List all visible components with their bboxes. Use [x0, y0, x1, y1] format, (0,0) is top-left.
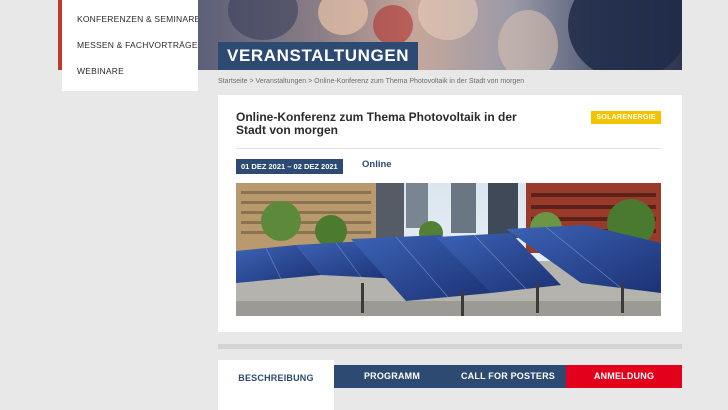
date-badge: 01 DEZ 2021 – 02 DEZ 2021 [236, 159, 343, 174]
event-title: Online-Konferenz zum Thema Photovoltaik … [236, 110, 517, 137]
section-separator [218, 344, 682, 349]
tab-beschreibung[interactable]: BESCHREIBUNG [218, 360, 334, 410]
solar-panels-illustration [236, 183, 661, 316]
sidebar-item-konferenzen[interactable]: KONFERENZEN & SEMINARE [77, 14, 200, 24]
tab-call-for-posters[interactable]: CALL FOR POSTERS [450, 365, 566, 388]
breadcrumb[interactable]: Startseite > Veranstaltungen > Online-Ko… [218, 78, 524, 85]
event-image [236, 183, 661, 316]
hero-banner: VERANSTALTUNGEN [198, 0, 682, 70]
sidebar-item-messen[interactable]: MESSEN & FACHVORTRÄGE [77, 40, 198, 50]
divider [236, 148, 661, 149]
event-location: Online [362, 159, 392, 170]
sidebar-nav: KONFERENZEN & SEMINARE MESSEN & FACHVORT… [58, 0, 200, 91]
page-title: VERANSTALTUNGEN [218, 42, 419, 70]
event-tabs: BESCHREIBUNG PROGRAMM CALL FOR POSTERS A… [218, 360, 682, 410]
sidebar-item-webinare[interactable]: WEBINARE [77, 66, 124, 76]
tab-anmeldung[interactable]: ANMELDUNG [566, 365, 682, 388]
event-card: Online-Konferenz zum Thema Photovoltaik … [218, 95, 682, 332]
sidebar-accent-bar [58, 0, 62, 70]
tab-programm[interactable]: PROGRAMM [334, 365, 450, 388]
category-tag[interactable]: SOLARENERGIE [591, 111, 661, 124]
